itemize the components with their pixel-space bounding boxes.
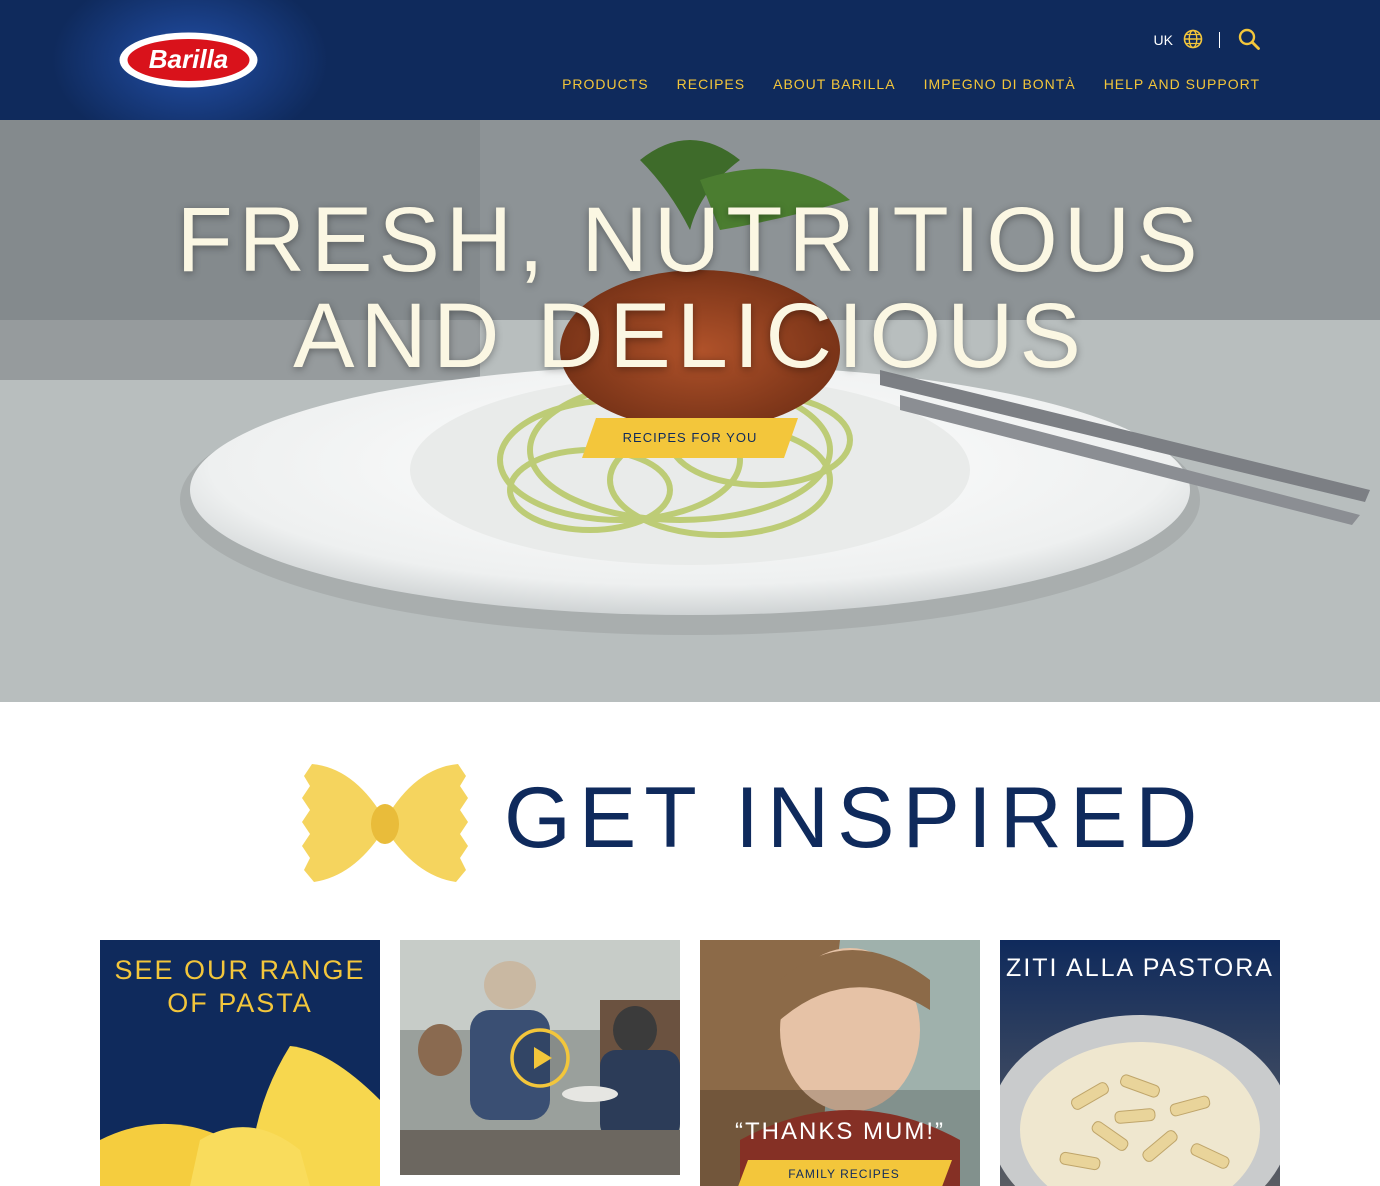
nav-help-and-support[interactable]: HELP AND SUPPORT [1104,76,1260,92]
site-header: Barilla UK PRODUCTS RECIPES ABOUT BARILL… [0,0,1380,160]
nav-products[interactable]: PRODUCTS [562,76,649,92]
utility-divider [1219,32,1220,48]
card-pasta-range-line1: SEE OUR RANGE [114,955,366,985]
card-ziti-title: ZITI ALLA PASTORA [1006,954,1274,982]
hero-headline-line2: AND DELICIOUS [293,285,1087,387]
nav-impegno-di-bonta[interactable]: IMPEGNO DI BONTÀ [924,76,1076,92]
card-pasta-range-title: SEE OUR RANGE OF PASTA [100,954,380,1020]
recipes-for-you-label: RECIPES FOR YOU [622,430,758,445]
hero-banner: FRESH, NUTRITIOUS AND DELICIOUS RECIPES … [0,120,1380,702]
region-label[interactable]: UK [1154,32,1173,48]
hero-headline: FRESH, NUTRITIOUS AND DELICIOUS [0,192,1380,384]
globe-icon[interactable] [1183,29,1203,52]
family-recipes-label: FAMILY RECIPES [788,1167,900,1181]
card-family-recipes[interactable]: “THANKS MUM!” FAMILY RECIPES [700,940,980,1186]
card-ziti-alla-pastora[interactable]: ZITI ALLA PASTORA [1000,940,1280,1186]
nav-recipes[interactable]: RECIPES [677,76,745,92]
utility-bar: UK [1154,28,1260,52]
farfalle-icon [300,758,470,893]
card-video[interactable] [400,940,680,1175]
barilla-logo[interactable]: Barilla [119,32,258,88]
card-pasta-range[interactable]: SEE OUR RANGE OF PASTA [100,940,380,1186]
child-eating-photo [700,940,980,1186]
thanks-mum-quote: “THANKS MUM!” [735,1118,945,1145]
card-pasta-range-line2: OF PASTA [167,988,313,1018]
play-icon[interactable] [509,1027,571,1094]
search-icon[interactable] [1238,28,1260,53]
recipes-for-you-button[interactable]: RECIPES FOR YOU [582,418,798,458]
main-nav: PRODUCTS RECIPES ABOUT BARILLA IMPEGNO D… [562,76,1260,92]
family-recipes-button[interactable]: FAMILY RECIPES [736,1160,952,1186]
get-inspired-heading: GET INSPIRED [504,770,1206,866]
hero-headline-line1: FRESH, NUTRITIOUS [176,189,1204,291]
logo-wordmark: Barilla [149,44,229,74]
nav-about-barilla[interactable]: ABOUT BARILLA [773,76,895,92]
